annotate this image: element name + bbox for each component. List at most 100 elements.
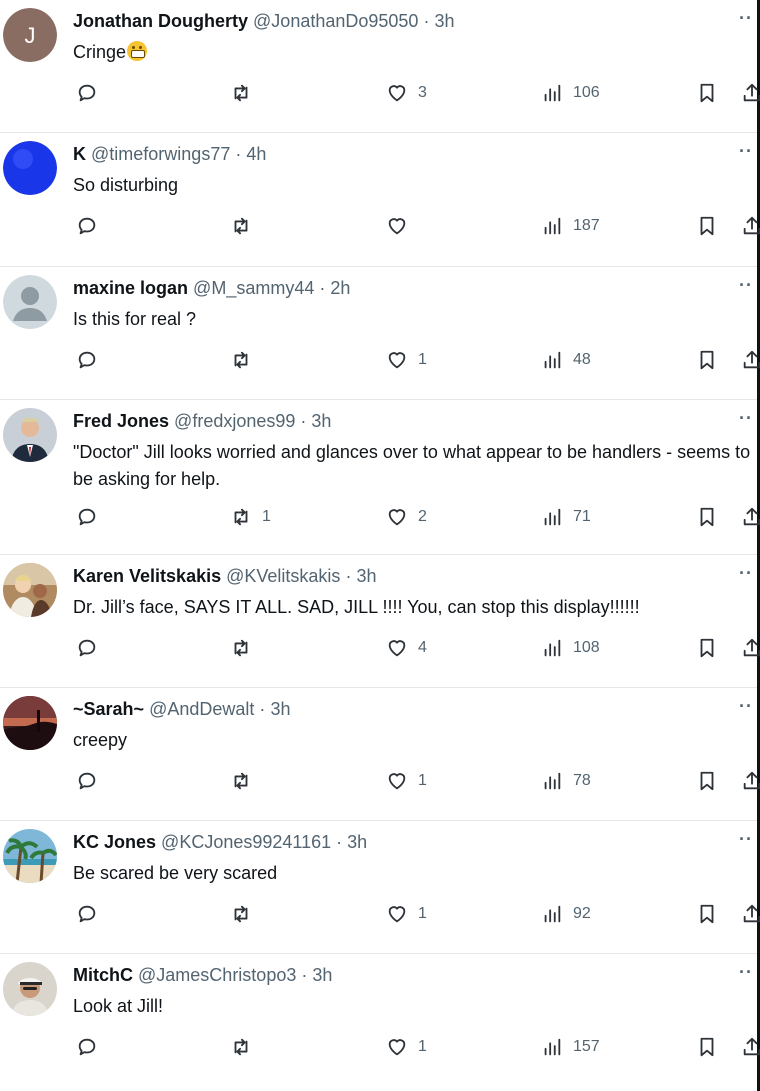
- display-name[interactable]: maxine logan: [73, 278, 188, 298]
- bookmark-button[interactable]: [696, 637, 718, 659]
- timestamp[interactable]: 3h: [434, 11, 454, 31]
- retweet-button[interactable]: [230, 770, 252, 792]
- action-bar: 1 157: [0, 1030, 760, 1066]
- avatar[interactable]: [3, 275, 57, 329]
- user-handle[interactable]: @M_sammy44: [193, 278, 314, 298]
- views-button[interactable]: 157: [541, 1036, 600, 1058]
- reply-button[interactable]: [76, 1036, 98, 1058]
- more-options-icon[interactable]: ··: [739, 563, 753, 584]
- timestamp[interactable]: 2h: [330, 278, 350, 298]
- timestamp[interactable]: 3h: [270, 699, 290, 719]
- like-button[interactable]: 1: [386, 903, 427, 925]
- more-options-icon[interactable]: ··: [739, 275, 753, 296]
- tweet-header: maxine logan @M_sammy44 · 2h: [73, 276, 350, 300]
- bookmark-button[interactable]: [696, 903, 718, 925]
- bookmark-button[interactable]: [696, 770, 718, 792]
- display-name[interactable]: Jonathan Dougherty: [73, 11, 248, 31]
- share-button[interactable]: [741, 82, 760, 104]
- timestamp[interactable]: 3h: [356, 566, 376, 586]
- share-button[interactable]: [741, 637, 760, 659]
- reply-button[interactable]: [76, 82, 98, 104]
- retweet-button[interactable]: [230, 903, 252, 925]
- retweet-button[interactable]: 1: [230, 506, 271, 528]
- reply-button[interactable]: [76, 349, 98, 371]
- bookmark-button[interactable]: [696, 349, 718, 371]
- share-button[interactable]: [741, 215, 760, 237]
- display-name[interactable]: Karen Velitskakis: [73, 566, 221, 586]
- more-options-icon[interactable]: ··: [739, 408, 753, 429]
- user-handle[interactable]: @JamesChristopo3: [138, 965, 296, 985]
- like-count: 1: [418, 772, 427, 789]
- timestamp[interactable]: 4h: [246, 144, 266, 164]
- display-name[interactable]: ~Sarah~: [73, 699, 144, 719]
- retweet-button[interactable]: [230, 349, 252, 371]
- views-button[interactable]: 71: [541, 506, 591, 528]
- avatar[interactable]: [3, 696, 57, 750]
- display-name[interactable]: KC Jones: [73, 832, 156, 852]
- user-handle[interactable]: @JonathanDo95050: [253, 11, 418, 31]
- bookmark-button[interactable]: [696, 215, 718, 237]
- retweet-button[interactable]: [230, 637, 252, 659]
- like-button[interactable]: 1: [386, 770, 427, 792]
- avatar[interactable]: [3, 962, 57, 1016]
- retweet-icon: [234, 639, 248, 657]
- more-options-icon[interactable]: ··: [739, 141, 753, 162]
- user-handle[interactable]: @fredxjones99: [174, 411, 295, 431]
- user-handle[interactable]: @KCJones99241161: [161, 832, 331, 852]
- like-count: 4: [418, 639, 427, 656]
- action-bar: 1 78: [0, 764, 760, 800]
- action-bar: 4 108: [0, 631, 760, 667]
- more-options-icon[interactable]: ··: [739, 696, 753, 717]
- reply-button[interactable]: [76, 770, 98, 792]
- share-button[interactable]: [741, 1036, 760, 1058]
- user-handle[interactable]: @timeforwings77: [91, 144, 230, 164]
- user-handle[interactable]: @AndDewalt: [149, 699, 254, 719]
- avatar[interactable]: [3, 141, 57, 195]
- action-bar: 187: [0, 209, 760, 245]
- display-name[interactable]: K: [73, 144, 86, 164]
- more-options-icon[interactable]: ··: [739, 8, 753, 29]
- avatar[interactable]: [3, 563, 57, 617]
- bookmark-button[interactable]: [696, 1036, 718, 1058]
- heart-icon: [388, 352, 406, 369]
- share-button[interactable]: [741, 349, 760, 371]
- like-button[interactable]: 4: [386, 637, 427, 659]
- share-button[interactable]: [741, 903, 760, 925]
- more-options-icon[interactable]: ··: [739, 962, 753, 983]
- retweet-button[interactable]: [230, 1036, 252, 1058]
- user-handle[interactable]: @KVelitskakis: [226, 566, 340, 586]
- avatar[interactable]: [3, 829, 57, 883]
- timestamp[interactable]: 3h: [312, 965, 332, 985]
- analytics-icon: [544, 508, 561, 526]
- share-button[interactable]: [741, 770, 760, 792]
- display-name[interactable]: MitchC: [73, 965, 133, 985]
- views-button[interactable]: 187: [541, 215, 600, 237]
- reply-button[interactable]: [76, 506, 98, 528]
- more-options-icon[interactable]: ··: [739, 829, 753, 850]
- display-name[interactable]: Fred Jones: [73, 411, 169, 431]
- bookmark-button[interactable]: [696, 506, 718, 528]
- like-button[interactable]: 1: [386, 1036, 427, 1058]
- timestamp[interactable]: 3h: [347, 832, 367, 852]
- retweet-button[interactable]: [230, 82, 252, 104]
- like-button[interactable]: 3: [386, 82, 427, 104]
- bookmark-button[interactable]: [696, 82, 718, 104]
- view-count: 78: [573, 772, 591, 789]
- avatar[interactable]: J: [3, 8, 57, 62]
- like-button[interactable]: [386, 215, 408, 237]
- views-button[interactable]: 92: [541, 903, 591, 925]
- avatar[interactable]: [3, 408, 57, 462]
- reply-button[interactable]: [76, 215, 98, 237]
- timestamp[interactable]: 3h: [311, 411, 331, 431]
- like-button[interactable]: 2: [386, 506, 427, 528]
- views-button[interactable]: 106: [541, 82, 600, 104]
- retweet-button[interactable]: [230, 215, 252, 237]
- reply-button[interactable]: [76, 637, 98, 659]
- views-button[interactable]: 108: [541, 637, 600, 659]
- reply-button[interactable]: [76, 903, 98, 925]
- views-button[interactable]: 78: [541, 770, 591, 792]
- share-button[interactable]: [741, 506, 760, 528]
- view-count: 92: [573, 905, 591, 922]
- views-button[interactable]: 48: [541, 349, 591, 371]
- like-button[interactable]: 1: [386, 349, 427, 371]
